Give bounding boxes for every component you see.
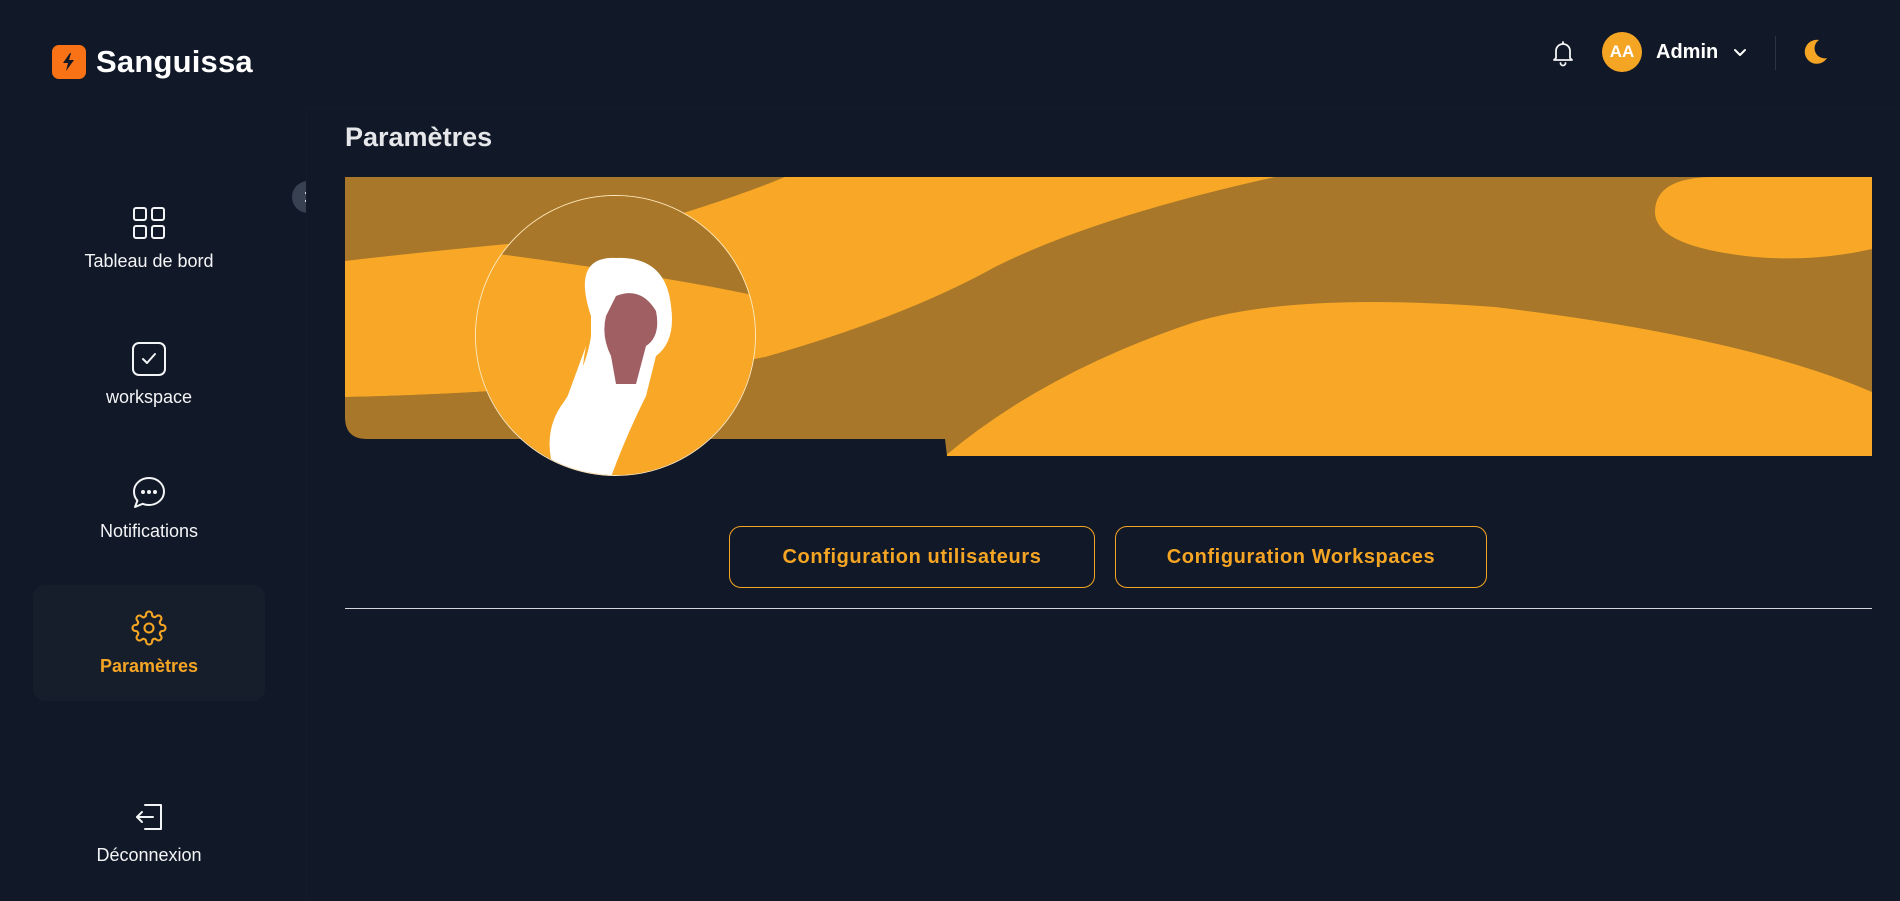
sidebar-item-parametres[interactable]: Paramètres: [33, 585, 265, 701]
sidebar-item-notifications[interactable]: Notifications: [33, 450, 265, 566]
configuration-users-button[interactable]: Configuration utilisateurs: [729, 526, 1095, 588]
bell-icon[interactable]: [1548, 38, 1578, 68]
avatar: AA: [1602, 32, 1642, 72]
chevron-down-icon: [1734, 49, 1747, 56]
chat-bubble-icon: [131, 475, 167, 511]
sidebar-item-dashboard[interactable]: Tableau de bord: [33, 180, 265, 296]
profile-picture[interactable]: [475, 195, 756, 476]
user-name: Admin: [1656, 40, 1719, 63]
app-root: Sanguissa Tableau de bord workspace Noti…: [0, 0, 1900, 901]
logout-button[interactable]: Déconnexion: [33, 774, 265, 890]
sidebar-item-label: workspace: [105, 386, 193, 407]
sidebar: Sanguissa Tableau de bord workspace Noti…: [0, 0, 296, 901]
brand-name: Sanguissa: [96, 44, 253, 79]
lightning-icon: [52, 45, 86, 79]
gear-icon: [131, 610, 167, 646]
page-title: Paramètres: [345, 122, 493, 152]
configuration-workspaces-button[interactable]: Configuration Workspaces: [1115, 526, 1487, 588]
brand-logo[interactable]: Sanguissa: [52, 44, 253, 80]
header-divider: [1775, 36, 1776, 70]
dashboard-grid-icon: [131, 205, 167, 241]
sidebar-item-label: Paramètres: [99, 655, 199, 676]
moon-icon[interactable]: [1799, 36, 1831, 68]
sidebar-item-label: Notifications: [99, 520, 199, 541]
sidebar-item-label: Tableau de bord: [84, 250, 214, 271]
section-divider: [345, 608, 1872, 609]
logout-label: Déconnexion: [96, 844, 202, 865]
sidebar-item-workspace[interactable]: workspace: [33, 316, 265, 432]
user-menu[interactable]: AA Admin: [1602, 32, 1748, 72]
logout-icon: [131, 799, 167, 835]
checkbox-check-icon: [131, 341, 167, 377]
